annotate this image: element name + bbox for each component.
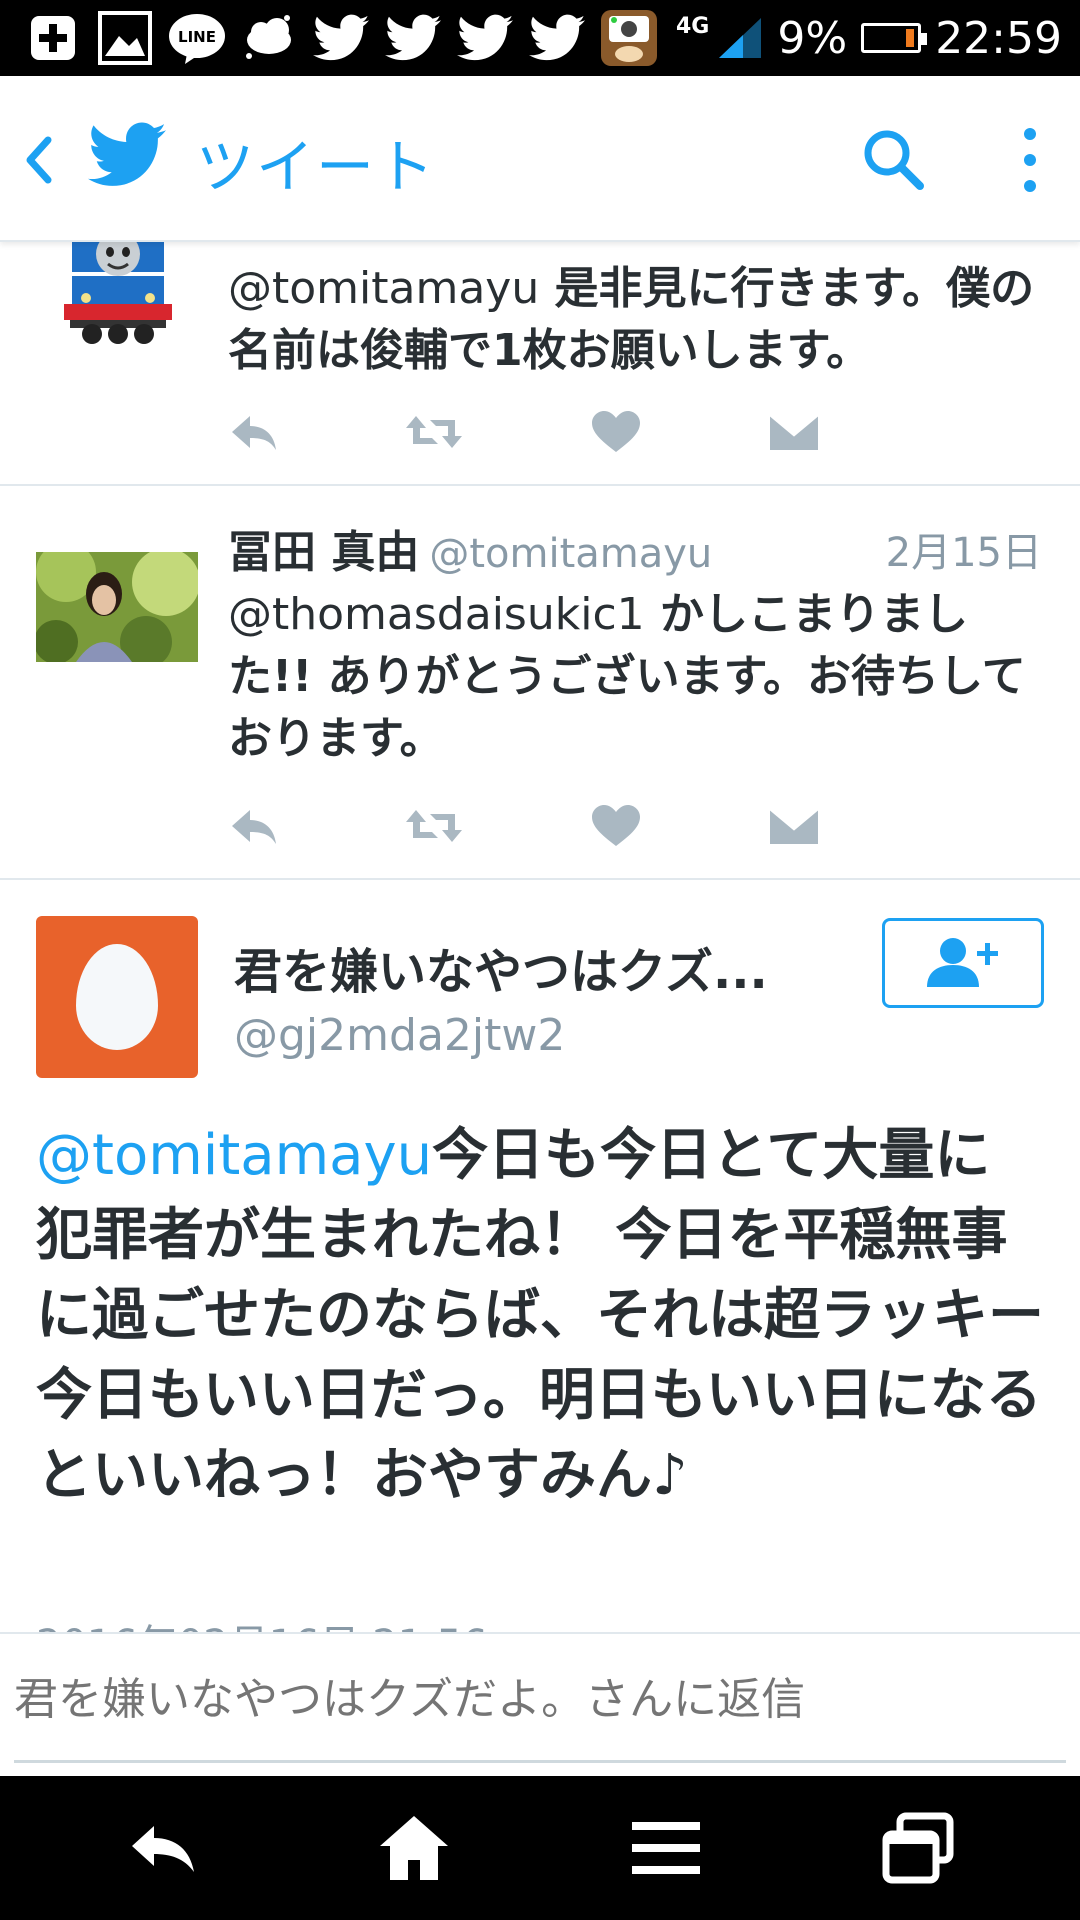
twitter-bird-icon [382,8,444,68]
tweet-detail: 君を嫌いなやつはクズ... @gj2mda2jtw2 @tomitamayu今日… [0,880,1080,1632]
avatar[interactable] [36,916,198,1078]
tweet-text: @tomitamayu今日も今日とて大量に犯罪者が生まれたね！ 今日を平穏無事に… [36,1116,1046,1516]
tweet-timestamp: 2016年02月16日 21:56 [36,1612,488,1632]
menu-nav-icon[interactable] [626,1810,706,1886]
back-icon[interactable] [18,132,58,188]
user-name[interactable]: 君を嫌いなやつはクズ... [234,932,814,1002]
system-status: 4G 9% 22:59 [676,0,1062,76]
status-bar: LINE 4G 9% 22:59 [0,0,1080,76]
egg-icon [76,944,158,1050]
weather-icon [238,8,300,68]
back-nav-icon[interactable] [124,1810,204,1886]
camera-app-icon [598,8,660,68]
app-header: ツイート [0,76,1080,242]
tweet-actions [228,804,928,854]
mention-link[interactable]: @tomitamayu [228,263,539,314]
system-nav-bar [0,1776,1080,1920]
like-heart-icon[interactable] [590,410,642,454]
user-handle[interactable]: @tomitamayu [429,531,712,577]
user-handle[interactable]: @gj2mda2jtw2 [234,1010,565,1061]
avatar[interactable] [62,242,174,354]
avatar[interactable] [36,552,198,662]
battery-percent: 9% [777,12,848,64]
tweet-body: 冨田 真由 @tomitamayu 2月15日 @thomasdaisukic1 … [228,522,1042,770]
page-title: ツイート [196,133,437,201]
direct-message-icon[interactable] [768,410,820,454]
twitter-logo-icon [88,122,166,186]
signal-icon [719,18,762,58]
reply-bar [0,1632,1080,1776]
tweet-date: 2月15日 [885,530,1042,576]
twitter-bird-icon [310,8,372,68]
reply-underline [14,1760,1066,1763]
gallery-icon [94,8,156,68]
reply-icon[interactable] [228,410,280,454]
plus-icon [22,8,84,68]
twitter-bird-icon [526,8,588,68]
mention-link[interactable]: @tomitamayu [36,1123,432,1188]
battery-icon [861,23,928,53]
network-type: 4G [676,13,710,39]
tweet-item[interactable]: 冨田 真由 @tomitamayu 2月15日 @thomasdaisukic1 … [0,486,1080,880]
tweet-item[interactable]: @tomitamayu 是非見に行きます。僕の名前は俊輔で1枚お願いします。 [0,242,1080,486]
recent-apps-icon[interactable] [878,1810,958,1886]
direct-message-icon[interactable] [768,804,820,848]
like-heart-icon[interactable] [590,804,642,848]
tweet-body: @tomitamayu 是非見に行きます。僕の名前は俊輔で1枚お願いします。 [228,258,1042,382]
clock: 22:59 [935,12,1062,64]
line-app-icon: LINE [166,8,228,68]
retweet-icon[interactable] [404,804,464,848]
reply-input[interactable] [14,1674,1054,1725]
more-options-icon[interactable] [1010,124,1050,196]
mention-link[interactable]: @thomasdaisukic1 [228,589,645,640]
reply-icon[interactable] [228,804,280,848]
user-name[interactable]: 冨田 真由 [228,527,419,578]
add-user-icon [927,938,998,987]
notification-icons: LINE [22,8,660,68]
follow-button[interactable] [882,918,1044,1008]
svg-text:LINE: LINE [178,28,216,46]
search-icon[interactable] [860,126,926,192]
home-nav-icon[interactable] [374,1810,454,1886]
twitter-bird-icon [454,8,516,68]
tweet-actions [228,410,928,460]
retweet-icon[interactable] [404,410,464,454]
